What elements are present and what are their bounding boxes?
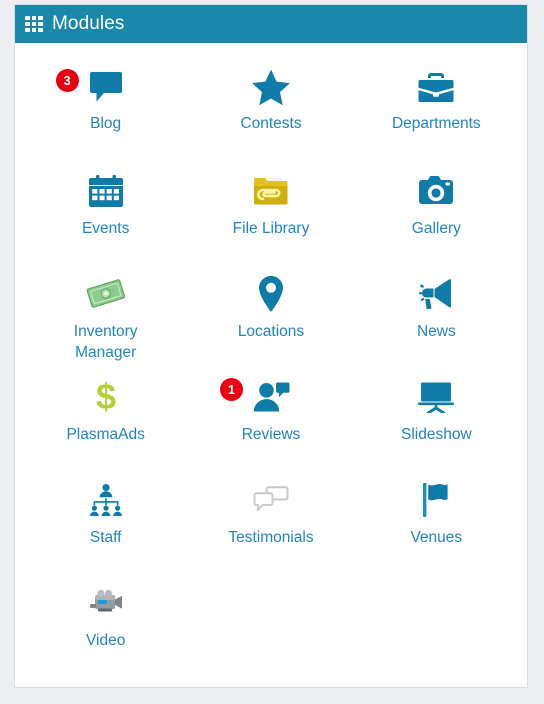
module-label: Testimonials bbox=[228, 529, 314, 546]
module-icon-wrap bbox=[420, 479, 452, 521]
module-icon-wrap bbox=[86, 273, 126, 315]
notification-badge: 1 bbox=[219, 378, 243, 401]
module-label: Video bbox=[85, 632, 126, 649]
projector-icon bbox=[417, 381, 455, 413]
camcorder-icon bbox=[86, 588, 126, 618]
module-label: Contests bbox=[240, 115, 302, 132]
module-icon-wrap bbox=[256, 273, 286, 315]
comments-icon bbox=[253, 485, 289, 515]
module-icon-wrap: 3 bbox=[55, 67, 124, 107]
module-label: Slideshow bbox=[400, 426, 472, 443]
module-tile-venues[interactable]: Venues bbox=[354, 473, 519, 576]
module-label: Gallery bbox=[411, 220, 461, 237]
module-icon-wrap bbox=[418, 67, 454, 107]
module-label: Reviews bbox=[241, 426, 301, 443]
module-label: News bbox=[416, 323, 456, 340]
module-tile-slideshow[interactable]: Slideshow bbox=[354, 370, 519, 473]
module-tile-locations[interactable]: Locations bbox=[188, 267, 353, 370]
modules-panel: Modules 3 Blog Contests Departments Event… bbox=[14, 4, 528, 688]
module-icon-wrap: 1 bbox=[219, 376, 290, 418]
module-tile-plasmaads[interactable]: $ PlasmaAds bbox=[23, 370, 188, 473]
module-tile-video[interactable]: Video bbox=[23, 576, 188, 679]
module-tile-testimonials[interactable]: Testimonials bbox=[188, 473, 353, 576]
module-tile-file-library[interactable]: File Library bbox=[188, 164, 353, 267]
module-tile-contests[interactable]: Contests bbox=[188, 61, 353, 164]
notification-badge: 3 bbox=[55, 69, 79, 92]
module-icon-wrap bbox=[86, 582, 126, 624]
map-pin-icon bbox=[256, 275, 286, 313]
module-icon-wrap bbox=[87, 479, 125, 521]
module-icon-wrap: $ bbox=[92, 376, 120, 418]
panel-title: Modules bbox=[52, 12, 125, 34]
dollar-sign-icon: $ bbox=[92, 378, 120, 416]
module-icon-wrap bbox=[417, 170, 455, 212]
briefcase-icon bbox=[418, 71, 454, 104]
calendar-icon bbox=[88, 174, 123, 208]
module-tile-events[interactable]: Events bbox=[23, 164, 188, 267]
module-label: Inventory Manager bbox=[73, 323, 138, 361]
module-icon-wrap bbox=[417, 376, 455, 418]
module-icon-wrap bbox=[253, 479, 289, 521]
module-tile-departments[interactable]: Departments bbox=[354, 61, 519, 164]
module-label: Blog bbox=[90, 115, 122, 132]
module-tile-staff[interactable]: Staff bbox=[23, 473, 188, 576]
svg-text:$: $ bbox=[96, 378, 116, 416]
module-label: Staff bbox=[89, 529, 122, 546]
camera-icon bbox=[417, 175, 455, 207]
module-label: PlasmaAds bbox=[66, 426, 145, 443]
module-label: Venues bbox=[410, 529, 463, 546]
comment-icon bbox=[88, 70, 124, 104]
module-tile-news[interactable]: News bbox=[354, 267, 519, 370]
module-label: Events bbox=[81, 220, 130, 237]
panel-header: Modules bbox=[15, 5, 527, 43]
megaphone-icon bbox=[417, 278, 455, 310]
grid-icon bbox=[25, 16, 43, 32]
user-comment-icon bbox=[252, 381, 290, 413]
module-tile-blog[interactable]: 3 Blog bbox=[23, 61, 188, 164]
module-icon-wrap bbox=[88, 170, 123, 212]
module-icon-wrap bbox=[417, 273, 455, 315]
module-icon-wrap bbox=[253, 170, 289, 212]
org-chart-icon bbox=[87, 483, 125, 517]
module-label: Departments bbox=[391, 115, 481, 132]
star-icon bbox=[251, 68, 291, 106]
module-icon-wrap bbox=[251, 67, 291, 107]
module-tile-gallery[interactable]: Gallery bbox=[354, 164, 519, 267]
flag-icon bbox=[420, 482, 452, 518]
module-tile-reviews[interactable]: 1 Reviews bbox=[188, 370, 353, 473]
module-label: File Library bbox=[232, 220, 310, 237]
modules-grid: 3 Blog Contests Departments Events File L… bbox=[15, 43, 527, 687]
money-bill-icon bbox=[86, 278, 126, 310]
folder-clip-icon bbox=[253, 175, 289, 207]
module-tile-inventory-manager[interactable]: Inventory Manager bbox=[23, 267, 188, 370]
module-label: Locations bbox=[237, 323, 305, 340]
